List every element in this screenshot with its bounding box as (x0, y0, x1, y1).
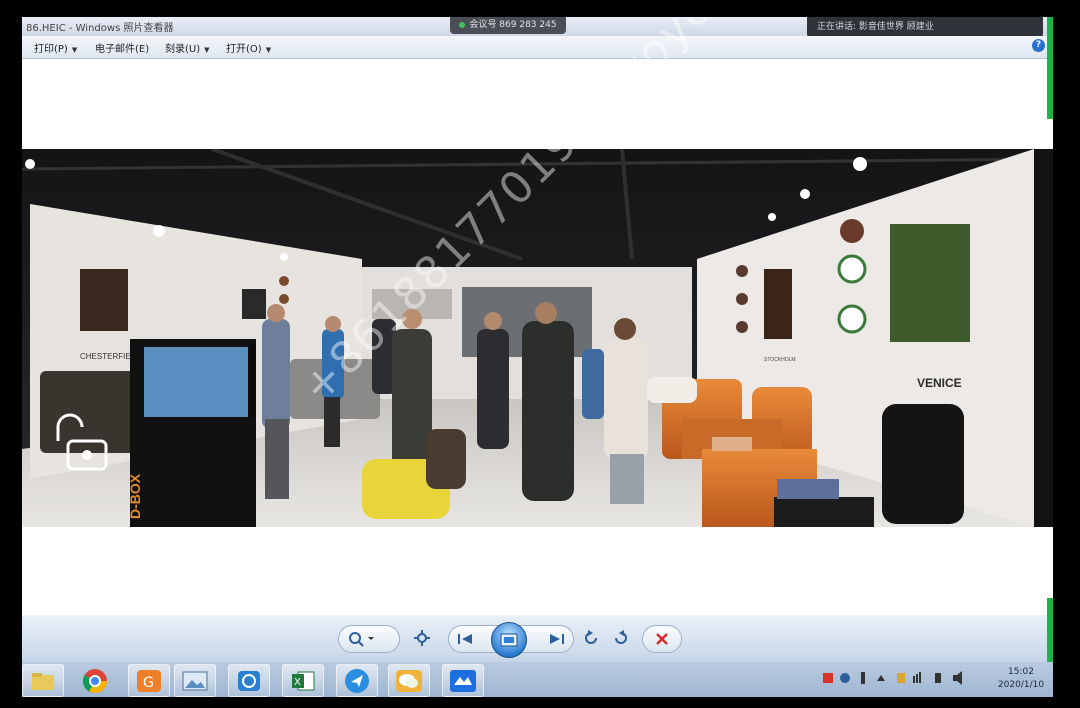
menu-open[interactable]: 打开(O) ▼ (226, 40, 271, 55)
status-dot-icon (459, 21, 466, 28)
menu-print[interactable]: 打印(P) ▼ (34, 40, 77, 55)
network-app-icon[interactable] (228, 664, 270, 697)
green-edge-top (1047, 17, 1053, 119)
next-icon[interactable] (545, 630, 567, 648)
help-icon[interactable]: ? (1032, 39, 1045, 52)
brand-right-label: VENICE (917, 376, 962, 390)
delete-icon[interactable] (651, 630, 673, 648)
chevron-down-icon: ▼ (204, 46, 210, 54)
unlock-icon (54, 411, 110, 475)
excel-icon[interactable]: X (282, 664, 324, 697)
clock-time: 15:02 (1008, 667, 1034, 677)
system-tray: 15:02 2020/1/10 (817, 662, 1053, 697)
menu-email-label: 电子邮件(E) (95, 44, 150, 55)
actual-size-icon[interactable] (411, 629, 433, 647)
speaking-banner: 正在讲话: 影音佳世界 顾建业 (807, 17, 1043, 38)
photo-viewer-icon[interactable] (174, 664, 216, 697)
chevron-down-icon: ▼ (71, 46, 78, 54)
previous-icon[interactable] (455, 630, 477, 648)
menu-bar: 打印(P) ▼ 电子邮件(E) 刻录(U) ▼ 打开(O) ▼ ? (22, 36, 1053, 59)
slideshow-icon (500, 633, 518, 647)
zoom-icon[interactable] (345, 630, 379, 648)
green-edge-bottom (1047, 598, 1053, 662)
menu-open-label: 打开(O) (226, 44, 262, 55)
send-app-icon[interactable] (336, 664, 378, 697)
window-title: 86.HEIC - Windows 照片查看器 (26, 23, 174, 34)
svg-text:X: X (294, 677, 301, 688)
chevron-down-icon: ▼ (265, 46, 272, 54)
sogou-icon[interactable]: G (128, 664, 170, 697)
menu-print-label: 打印(P) (34, 44, 68, 55)
svg-text:G: G (143, 675, 154, 691)
meeting-number: 会议号 869 283 245 (469, 20, 557, 30)
slideshow-button[interactable] (491, 622, 527, 658)
rotate-right-icon[interactable] (609, 629, 631, 647)
chrome-icon[interactable] (74, 664, 116, 697)
file-explorer-icon[interactable] (22, 664, 64, 697)
dbox-label: D-BOX (127, 473, 143, 519)
rotate-left-icon[interactable] (581, 629, 603, 647)
speaking-text: 正在讲话: 影音佳世界 顾建业 (817, 22, 934, 32)
wechat-icon[interactable] (388, 664, 430, 697)
viewer-toolbar (22, 615, 1053, 662)
showroom-photo: CHESTERFIELD VENICE STOCKHOLM D-BOX (22, 149, 1053, 527)
clock-date: 2020/1/10 (997, 680, 1045, 690)
tray-icons (823, 671, 962, 685)
meeting-banner[interactable]: 会议号 869 283 245 (450, 17, 566, 34)
menu-email[interactable]: 电子邮件(E) (95, 40, 149, 55)
stockholm-label: STOCKHOLM (764, 357, 796, 363)
menu-burn-label: 刻录(U) (165, 44, 201, 55)
delete-group (642, 625, 682, 653)
menu-burn[interactable]: 刻录(U) ▼ (165, 40, 210, 55)
screen: 86.HEIC - Windows 照片查看器 会议号 869 283 245 … (22, 17, 1053, 697)
tencent-meeting-icon[interactable] (442, 664, 484, 697)
zoom-group (338, 625, 400, 653)
taskbar: G X 15:02 2020/1/10 (22, 662, 1053, 697)
showroom-photo-image: CHESTERFIELD VENICE STOCKHOLM D-BOX (22, 149, 1053, 527)
taskbar-clock[interactable]: 15:02 2020/1/10 (992, 666, 1050, 692)
